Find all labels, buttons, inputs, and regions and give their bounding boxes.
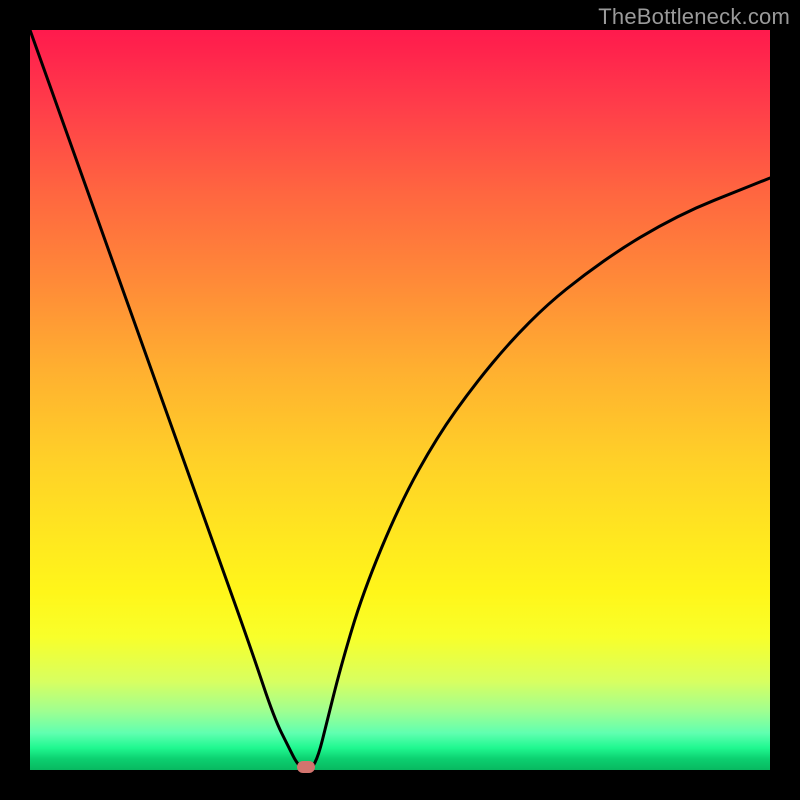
watermark-text: TheBottleneck.com [598, 4, 790, 30]
optimum-marker [297, 761, 315, 773]
plot-area [30, 30, 770, 770]
bottleneck-curve [30, 30, 770, 770]
curve-layer [30, 30, 770, 770]
chart-frame: TheBottleneck.com [0, 0, 800, 800]
